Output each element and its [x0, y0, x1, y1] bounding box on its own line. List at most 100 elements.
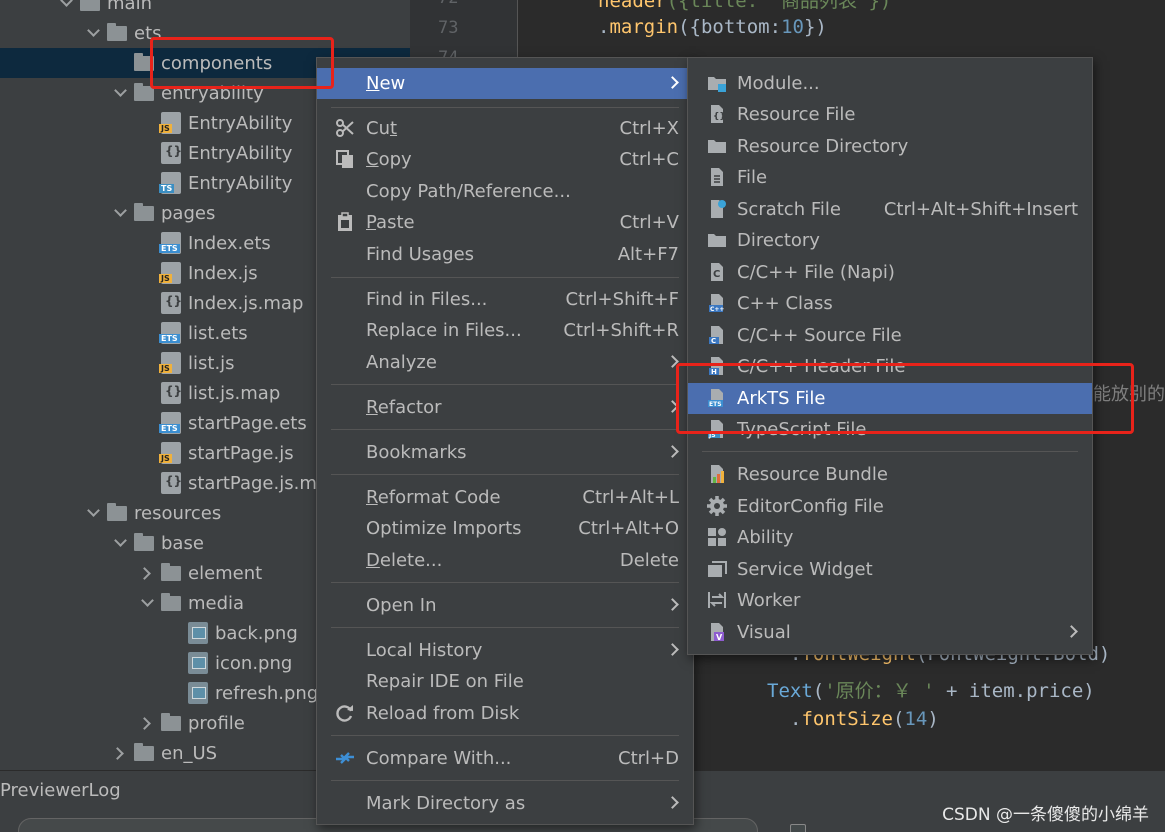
- folder-icon: [707, 230, 727, 250]
- menu-item-label: New: [366, 73, 406, 94]
- menu-item-refactor[interactable]: Refactor: [317, 392, 693, 423]
- menu-shortcut: Ctrl+V: [619, 212, 679, 233]
- menu-item-resource-file[interactable]: {} Resource File: [688, 99, 1092, 130]
- chevron-right-icon: [666, 76, 679, 89]
- menu-item-worker[interactable]: Worker: [688, 585, 1092, 616]
- menu-item-label: Replace in Files...: [366, 320, 522, 341]
- menu-item-find-in-files[interactable]: Find in Files... Ctrl+Shift+F: [317, 284, 693, 315]
- code-line-header: header({title: '商品列表'}): [598, 0, 892, 12]
- menu-separator: [702, 451, 1078, 452]
- ets-icon: ETS: [707, 388, 727, 408]
- menu-item-c-c++-header-file[interactable]: H C/C++ Header File: [688, 351, 1092, 382]
- bundle-icon: [707, 464, 727, 484]
- menu-item-find-usages[interactable]: Find Usages Alt+F7: [317, 239, 693, 270]
- menu-item-resource-bundle[interactable]: Resource Bundle: [688, 459, 1092, 490]
- menu-item-copy[interactable]: Copy Ctrl+C: [317, 144, 693, 175]
- menu-item-delete[interactable]: Delete... Delete: [317, 545, 693, 576]
- chevron-down-icon[interactable]: [112, 535, 128, 551]
- menu-item-label: Bookmarks: [366, 442, 467, 463]
- menu-separator: [331, 735, 679, 736]
- chevron-right-icon[interactable]: [112, 745, 128, 761]
- previewer-log-tab[interactable]: PreviewerLog: [0, 780, 121, 801]
- ability-icon: [707, 527, 727, 547]
- menu-item-typescript-file[interactable]: JS TypeScript File: [688, 414, 1092, 445]
- menu-item-mark-directory-as[interactable]: Mark Directory as: [317, 788, 693, 819]
- menu-item-service-widget[interactable]: Service Widget: [688, 554, 1092, 585]
- map-file-icon: [161, 472, 182, 494]
- menu-item-c++-class[interactable]: C++ C++ Class: [688, 288, 1092, 319]
- menu-separator: [331, 780, 679, 781]
- menu-item-module[interactable]: Module...: [688, 68, 1092, 99]
- menu-item-label: TypeScript File: [737, 419, 867, 440]
- tree-item-label: Index.js: [188, 262, 258, 284]
- menu-shortcut: Ctrl+C: [619, 149, 679, 170]
- menu-item-cut[interactable]: Cut Ctrl+X: [317, 113, 693, 144]
- menu-item-local-history[interactable]: Local History: [317, 635, 693, 666]
- menu-item-file[interactable]: File: [688, 162, 1092, 193]
- copy-icon: [335, 149, 355, 169]
- menu-item-open-in[interactable]: Open In: [317, 590, 693, 621]
- menu-item-label: Compare With...: [366, 748, 512, 769]
- svg-text:JS: JS: [708, 432, 716, 439]
- chevron-down-icon[interactable]: [112, 85, 128, 101]
- folder-icon: [134, 52, 154, 71]
- chevron-down-icon[interactable]: [139, 595, 155, 611]
- menu-separator: [331, 429, 679, 430]
- menu-item-label: Visual: [737, 622, 791, 643]
- chevron-down-icon[interactable]: [58, 0, 74, 11]
- line-number: 73: [438, 18, 459, 38]
- menu-item-c-c++-file-napi[interactable]: C C/C++ File (Napi): [688, 257, 1092, 288]
- tree-item-label: Index.ets: [188, 232, 271, 254]
- tree-item[interactable]: main: [0, 0, 410, 18]
- menu-shortcut: Ctrl+X: [619, 118, 679, 139]
- chevron-down-icon[interactable]: [85, 505, 101, 521]
- menu-item-compare-with[interactable]: Compare With... Ctrl+D: [317, 743, 693, 774]
- folder-icon: [161, 712, 181, 731]
- menu-item-optimize-imports[interactable]: Optimize Imports Ctrl+Alt+O: [317, 513, 693, 544]
- c-file-icon: C: [707, 262, 727, 282]
- tree-item[interactable]: ets: [0, 18, 410, 48]
- menu-item-paste[interactable]: Paste Ctrl+V: [317, 207, 693, 238]
- menu-item-scratch-file[interactable]: Scratch File Ctrl+Alt+Shift+Insert: [688, 194, 1092, 225]
- chevron-right-icon: [666, 643, 679, 656]
- file-icon: [707, 167, 727, 187]
- chevron-right-icon[interactable]: [139, 565, 155, 581]
- menu-item-ability[interactable]: Ability: [688, 522, 1092, 553]
- menu-item-label: Mark Directory as: [366, 793, 526, 814]
- tree-item-label: EntryAbility: [188, 142, 293, 164]
- menu-item-editorconfig-file[interactable]: EditorConfig File: [688, 491, 1092, 522]
- worker-icon: [707, 590, 727, 610]
- menu-item-label: Paste: [366, 212, 415, 233]
- menu-item-replace-in-files[interactable]: Replace in Files... Ctrl+Shift+R: [317, 315, 693, 346]
- menu-item-bookmarks[interactable]: Bookmarks: [317, 437, 693, 468]
- js-file-icon: JS: [159, 442, 181, 464]
- folder-icon: [707, 136, 727, 156]
- menu-item-new[interactable]: New: [317, 68, 693, 99]
- folder-icon: [134, 82, 154, 101]
- menu-item-copy-path-reference[interactable]: Copy Path/Reference...: [317, 176, 693, 207]
- line-number: 72: [438, 0, 488, 8]
- chevron-down-icon[interactable]: [112, 205, 128, 221]
- menu-item-label: Analyze: [366, 352, 437, 373]
- menu-item-directory[interactable]: Directory: [688, 225, 1092, 256]
- menu-item-c-c++-source-file[interactable]: C C/C++ Source File: [688, 320, 1092, 351]
- tree-item-label: refresh.png: [215, 682, 319, 704]
- svg-text:C++: C++: [710, 306, 724, 313]
- menu-item-reformat-code[interactable]: Reformat Code Ctrl+Alt+L: [317, 482, 693, 513]
- chevron-down-icon[interactable]: [85, 25, 101, 41]
- menu-item-resource-directory[interactable]: Resource Directory: [688, 131, 1092, 162]
- watermark: CSDN @一条傻傻的小绵羊: [942, 805, 1149, 825]
- menu-item-visual[interactable]: V Visual: [688, 617, 1092, 648]
- menu-item-repair-ide-on-file[interactable]: Repair IDE on File: [317, 666, 693, 697]
- menu-item-analyze[interactable]: Analyze: [317, 347, 693, 378]
- menu-item-reload-from-disk[interactable]: Reload from Disk: [317, 698, 693, 729]
- svg-text:C: C: [713, 269, 720, 280]
- chevron-right-icon: [666, 598, 679, 611]
- menu-item-arkts-file[interactable]: ETS ArkTS File: [688, 383, 1092, 414]
- chevron-right-icon[interactable]: [139, 715, 155, 731]
- tree-item-label: list.js.map: [188, 382, 281, 404]
- code-line-text: Text('原价：￥ ' + item.price): [767, 680, 1095, 702]
- menu-separator: [331, 107, 679, 108]
- menu-item-label: Reload from Disk: [366, 703, 520, 724]
- log-checkbox[interactable]: [790, 824, 806, 832]
